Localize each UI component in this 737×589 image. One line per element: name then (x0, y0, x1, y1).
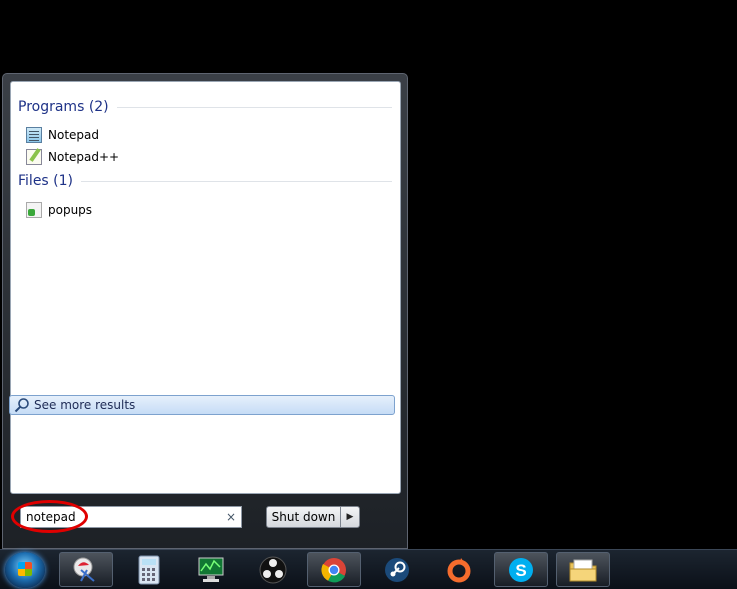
svg-text:S: S (515, 561, 526, 580)
taskbar-calculator[interactable] (122, 552, 176, 587)
shutdown-button-group: Shut down ▶ (266, 506, 360, 528)
result-popups[interactable]: popups (26, 201, 92, 219)
notepad-icon (26, 127, 42, 143)
taskbar-obs[interactable] (246, 552, 300, 587)
result-label: popups (48, 203, 93, 217)
file-icon (26, 202, 42, 218)
taskbar-file-explorer[interactable] (556, 552, 610, 587)
shutdown-button[interactable]: Shut down (267, 507, 341, 527)
steam-icon (385, 557, 409, 582)
taskbar-snipping-tool[interactable] (59, 552, 113, 587)
shutdown-options-arrow-icon[interactable]: ▶ (341, 507, 359, 527)
performance-monitor-icon (198, 557, 224, 582)
taskbar-steam[interactable] (370, 552, 424, 587)
see-more-results-button[interactable]: See more results (9, 395, 395, 415)
group-header-files[interactable]: Files (1) (18, 173, 392, 189)
start-menu: Programs (2) Notepad Notepad++ Files (1)… (2, 73, 408, 549)
snipping-tool-icon (73, 557, 95, 582)
clear-search-icon[interactable]: × (226, 510, 236, 524)
result-label: Notepad++ (48, 150, 120, 164)
start-search-box[interactable]: × (20, 506, 242, 528)
taskbar: S (0, 549, 737, 589)
start-button[interactable] (5, 552, 45, 588)
search-icon (14, 398, 29, 413)
result-label: Notepad (48, 128, 99, 142)
file-explorer-icon (569, 559, 597, 581)
obs-icon (259, 556, 287, 583)
divider (81, 180, 392, 182)
group-title: Programs (2) (18, 99, 109, 115)
group-title: Files (1) (18, 173, 74, 189)
search-input[interactable] (21, 509, 218, 525)
result-notepad[interactable]: Notepad (26, 126, 99, 144)
see-more-label: See more results (34, 398, 136, 412)
taskbar-performance-monitor[interactable] (184, 552, 238, 587)
notepad-plus-plus-icon (26, 149, 42, 165)
calculator-icon (138, 555, 160, 584)
search-results-pane: Programs (2) Notepad Notepad++ Files (1)… (10, 81, 401, 494)
taskbar-chrome[interactable] (307, 552, 361, 587)
chrome-icon (321, 557, 346, 582)
taskbar-skype[interactable]: S (494, 552, 548, 587)
group-header-programs[interactable]: Programs (2) (18, 99, 392, 115)
taskbar-origin[interactable] (432, 552, 486, 587)
divider (116, 106, 392, 108)
skype-icon: S (509, 557, 533, 582)
result-notepad-plus-plus[interactable]: Notepad++ (26, 148, 119, 166)
origin-icon (447, 557, 471, 582)
